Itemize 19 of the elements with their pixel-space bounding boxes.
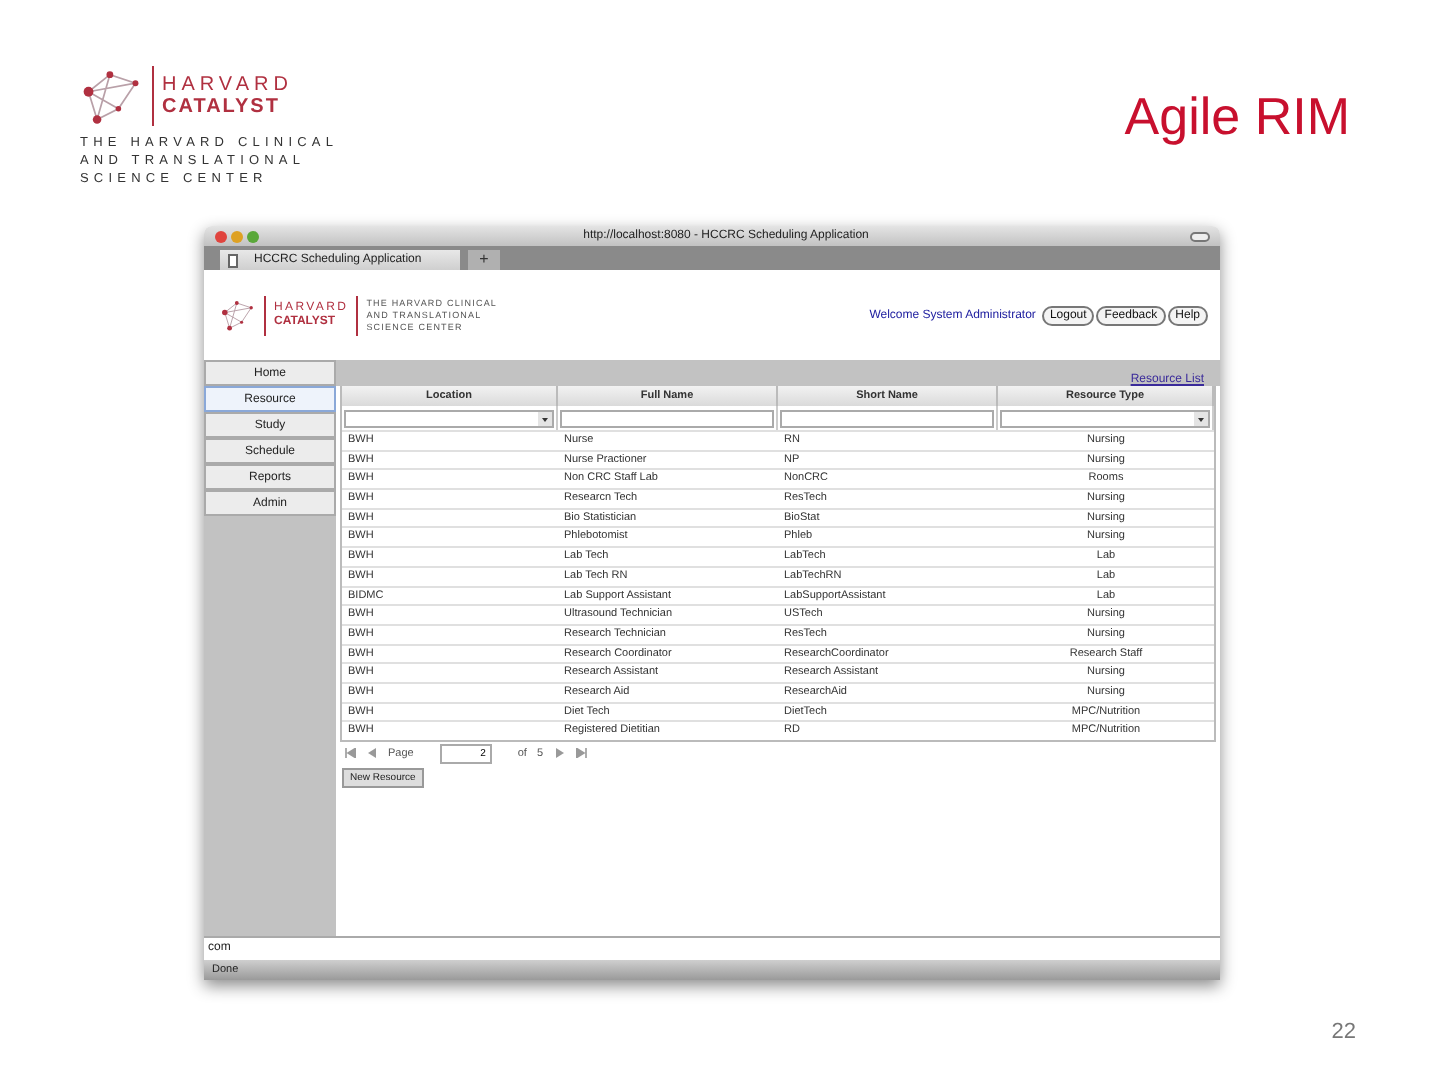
logo-wordmark: HARVARD: [162, 74, 293, 96]
page-number: 22: [1331, 1020, 1356, 1044]
new-tab-button[interactable]: +: [468, 250, 500, 270]
next-page-icon[interactable]: [553, 748, 566, 758]
dropdown-arrow-icon: [538, 411, 552, 425]
network-logo-icon: [80, 66, 144, 126]
filter-dropdown[interactable]: [344, 409, 554, 427]
first-page-icon[interactable]: [344, 748, 356, 758]
filter-field[interactable]: [780, 409, 994, 427]
window-controls-icon: [214, 229, 262, 243]
dropdown-arrow-icon: [1194, 411, 1208, 425]
network-logo-icon: [220, 298, 256, 332]
toolbar-toggle-icon: [1190, 231, 1210, 241]
previous-page-icon[interactable]: [366, 748, 378, 758]
filter-field[interactable]: [560, 409, 774, 427]
filter-dropdown[interactable]: [1000, 409, 1210, 427]
last-page-icon[interactable]: [575, 748, 588, 758]
logo-wordmark: CATALYST: [162, 96, 282, 118]
slide-title: Agile RIM: [1124, 86, 1350, 150]
